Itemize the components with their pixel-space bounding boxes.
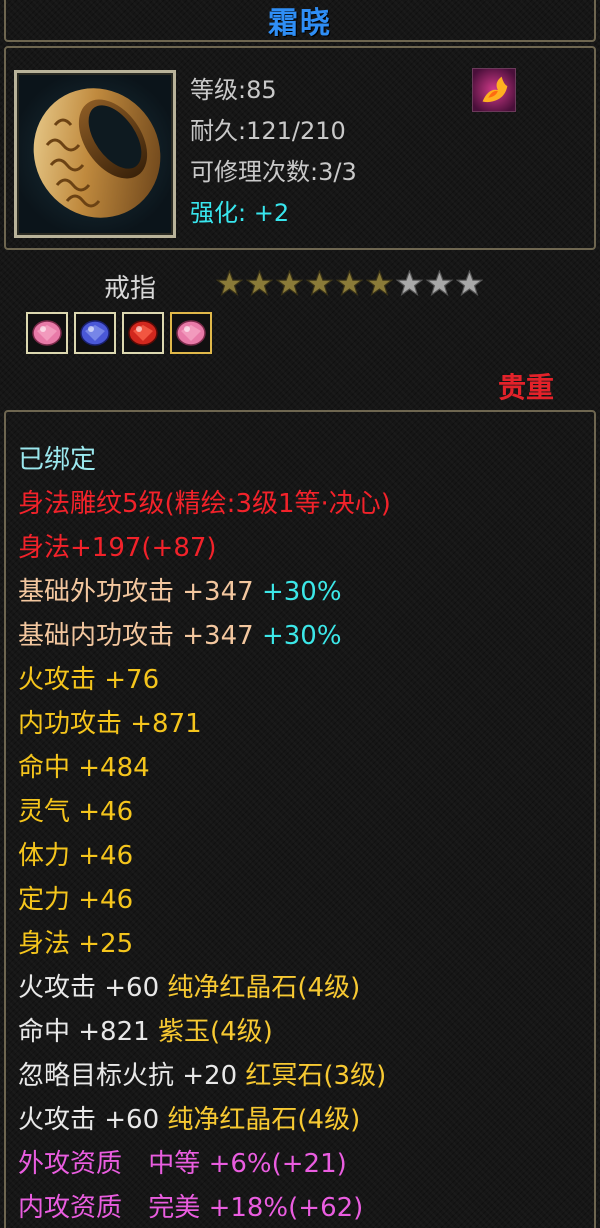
star-icon: [276, 270, 303, 297]
attributes-section: 已绑定 身法雕纹5级(精绘:3级1等·决心) 身法+197(+87) 基础外功攻…: [4, 410, 596, 1228]
aptitude-grade: 中等: [148, 1149, 201, 1179]
gem-slots: [26, 312, 212, 354]
gem-stat: 忽略目标火抗 +20: [18, 1061, 238, 1091]
gem-name: 紫玉(4级): [157, 1017, 273, 1047]
red-gem-icon: [128, 320, 158, 346]
aptitude-value: +6%(+21): [208, 1149, 347, 1179]
gem-slot[interactable]: [170, 312, 212, 354]
attribute-line: 定力 +46: [18, 885, 134, 915]
attribute-bonus: +30%: [261, 621, 342, 651]
attribute-line: 灵气 +46: [18, 797, 134, 827]
gem-stat: 火攻击 +60: [18, 1105, 160, 1135]
attribute-text: 基础内功攻击 +347: [18, 621, 254, 651]
item-stats: 等级:85 耐久:121/210 可修理次数:3/3 强化: +2: [190, 70, 357, 234]
item-icon-frame: [14, 70, 176, 238]
gem-attribute-line: 火攻击 +60 纯净红晶石(4级): [18, 1098, 590, 1142]
item-type: 戒指: [104, 274, 157, 304]
pink-gem-icon: [176, 320, 206, 346]
gem-name: 纯净红晶石(4级): [167, 1105, 361, 1135]
star-icon: [216, 270, 243, 297]
blue-gem-icon: [80, 320, 110, 346]
gem-name: 纯净红晶石(4级): [167, 973, 361, 1003]
flame-phoenix-icon[interactable]: [472, 68, 516, 112]
gem-name: 红冥石(3级): [245, 1061, 387, 1091]
pink-gem-icon: [32, 320, 62, 346]
level-text: 等级:85: [190, 76, 277, 104]
engraving-line: 身法雕纹5级(精绘:3级1等·决心): [18, 489, 391, 519]
aptitude-line: 内攻资质 完美 +18%(+62): [18, 1186, 590, 1228]
attribute-line: 基础外功攻击 +347 +30%: [18, 570, 590, 614]
item-header: 等级:85 耐久:121/210 可修理次数:3/3 强化: +2: [4, 46, 596, 250]
gold-swirl-ring-icon: [33, 88, 161, 218]
attribute-line: 火攻击 +76: [18, 665, 160, 695]
star-icon: [456, 270, 483, 297]
attribute-line: 内功攻击 +871: [18, 709, 202, 739]
attribute-list: 已绑定 身法雕纹5级(精绘:3级1等·决心) 身法+197(+87) 基础外功攻…: [18, 438, 590, 1228]
attribute-line: 命中 +484: [18, 753, 150, 783]
attribute-line: 基础内功攻击 +347 +30%: [18, 614, 590, 658]
star-icon: [426, 270, 453, 297]
star-icon: [336, 270, 363, 297]
aptitude-line: 外攻资质 中等 +6%(+21): [18, 1142, 590, 1186]
gem-slot[interactable]: [122, 312, 164, 354]
rarity-label: 贵重: [498, 371, 555, 404]
aptitude-label: 内攻资质: [18, 1193, 123, 1223]
durability-text: 耐久:121/210: [190, 117, 346, 145]
attribute-line: 身法 +25: [18, 929, 134, 959]
gem-attribute-line: 忽略目标火抗 +20 红冥石(3级): [18, 1054, 590, 1098]
enhance-line: 强化: +2: [190, 193, 357, 234]
aptitude-value: +18%(+62): [208, 1193, 364, 1223]
star-rating: [216, 270, 483, 297]
gem-attribute-line: 命中 +821 紫玉(4级): [18, 1010, 590, 1054]
title-bar: 霜晓: [4, 0, 596, 42]
star-icon: [306, 270, 333, 297]
aptitude-label: 外攻资质: [18, 1149, 123, 1179]
aptitude-grade: 完美: [148, 1193, 201, 1223]
gem-stat: 命中 +821: [18, 1017, 150, 1047]
repair-count-text: 可修理次数:3/3: [190, 158, 357, 186]
gem-slot[interactable]: [74, 312, 116, 354]
item-tooltip: 霜晓 等级:85 耐久:121/210 可修理次数:3/3 强化: +2 戒指 …: [0, 0, 600, 1228]
attribute-line: 体力 +46: [18, 841, 134, 871]
star-icon: [246, 270, 273, 297]
bound-status: 已绑定: [18, 445, 97, 475]
gem-stat: 火攻击 +60: [18, 973, 160, 1003]
enhance-value: +2: [253, 199, 290, 227]
enhance-label: 强化:: [190, 199, 247, 227]
attribute-bonus: +30%: [261, 577, 342, 607]
star-icon: [396, 270, 423, 297]
attribute-text: 基础外功攻击 +347: [18, 577, 254, 607]
gem-slot[interactable]: [26, 312, 68, 354]
attribute-line: 身法+197(+87): [18, 533, 217, 563]
item-name: 霜晓: [268, 6, 332, 41]
gem-attribute-line: 火攻击 +60 纯净红晶石(4级): [18, 966, 590, 1010]
item-type-section: 戒指 贵重: [0, 256, 600, 408]
star-icon: [366, 270, 393, 297]
